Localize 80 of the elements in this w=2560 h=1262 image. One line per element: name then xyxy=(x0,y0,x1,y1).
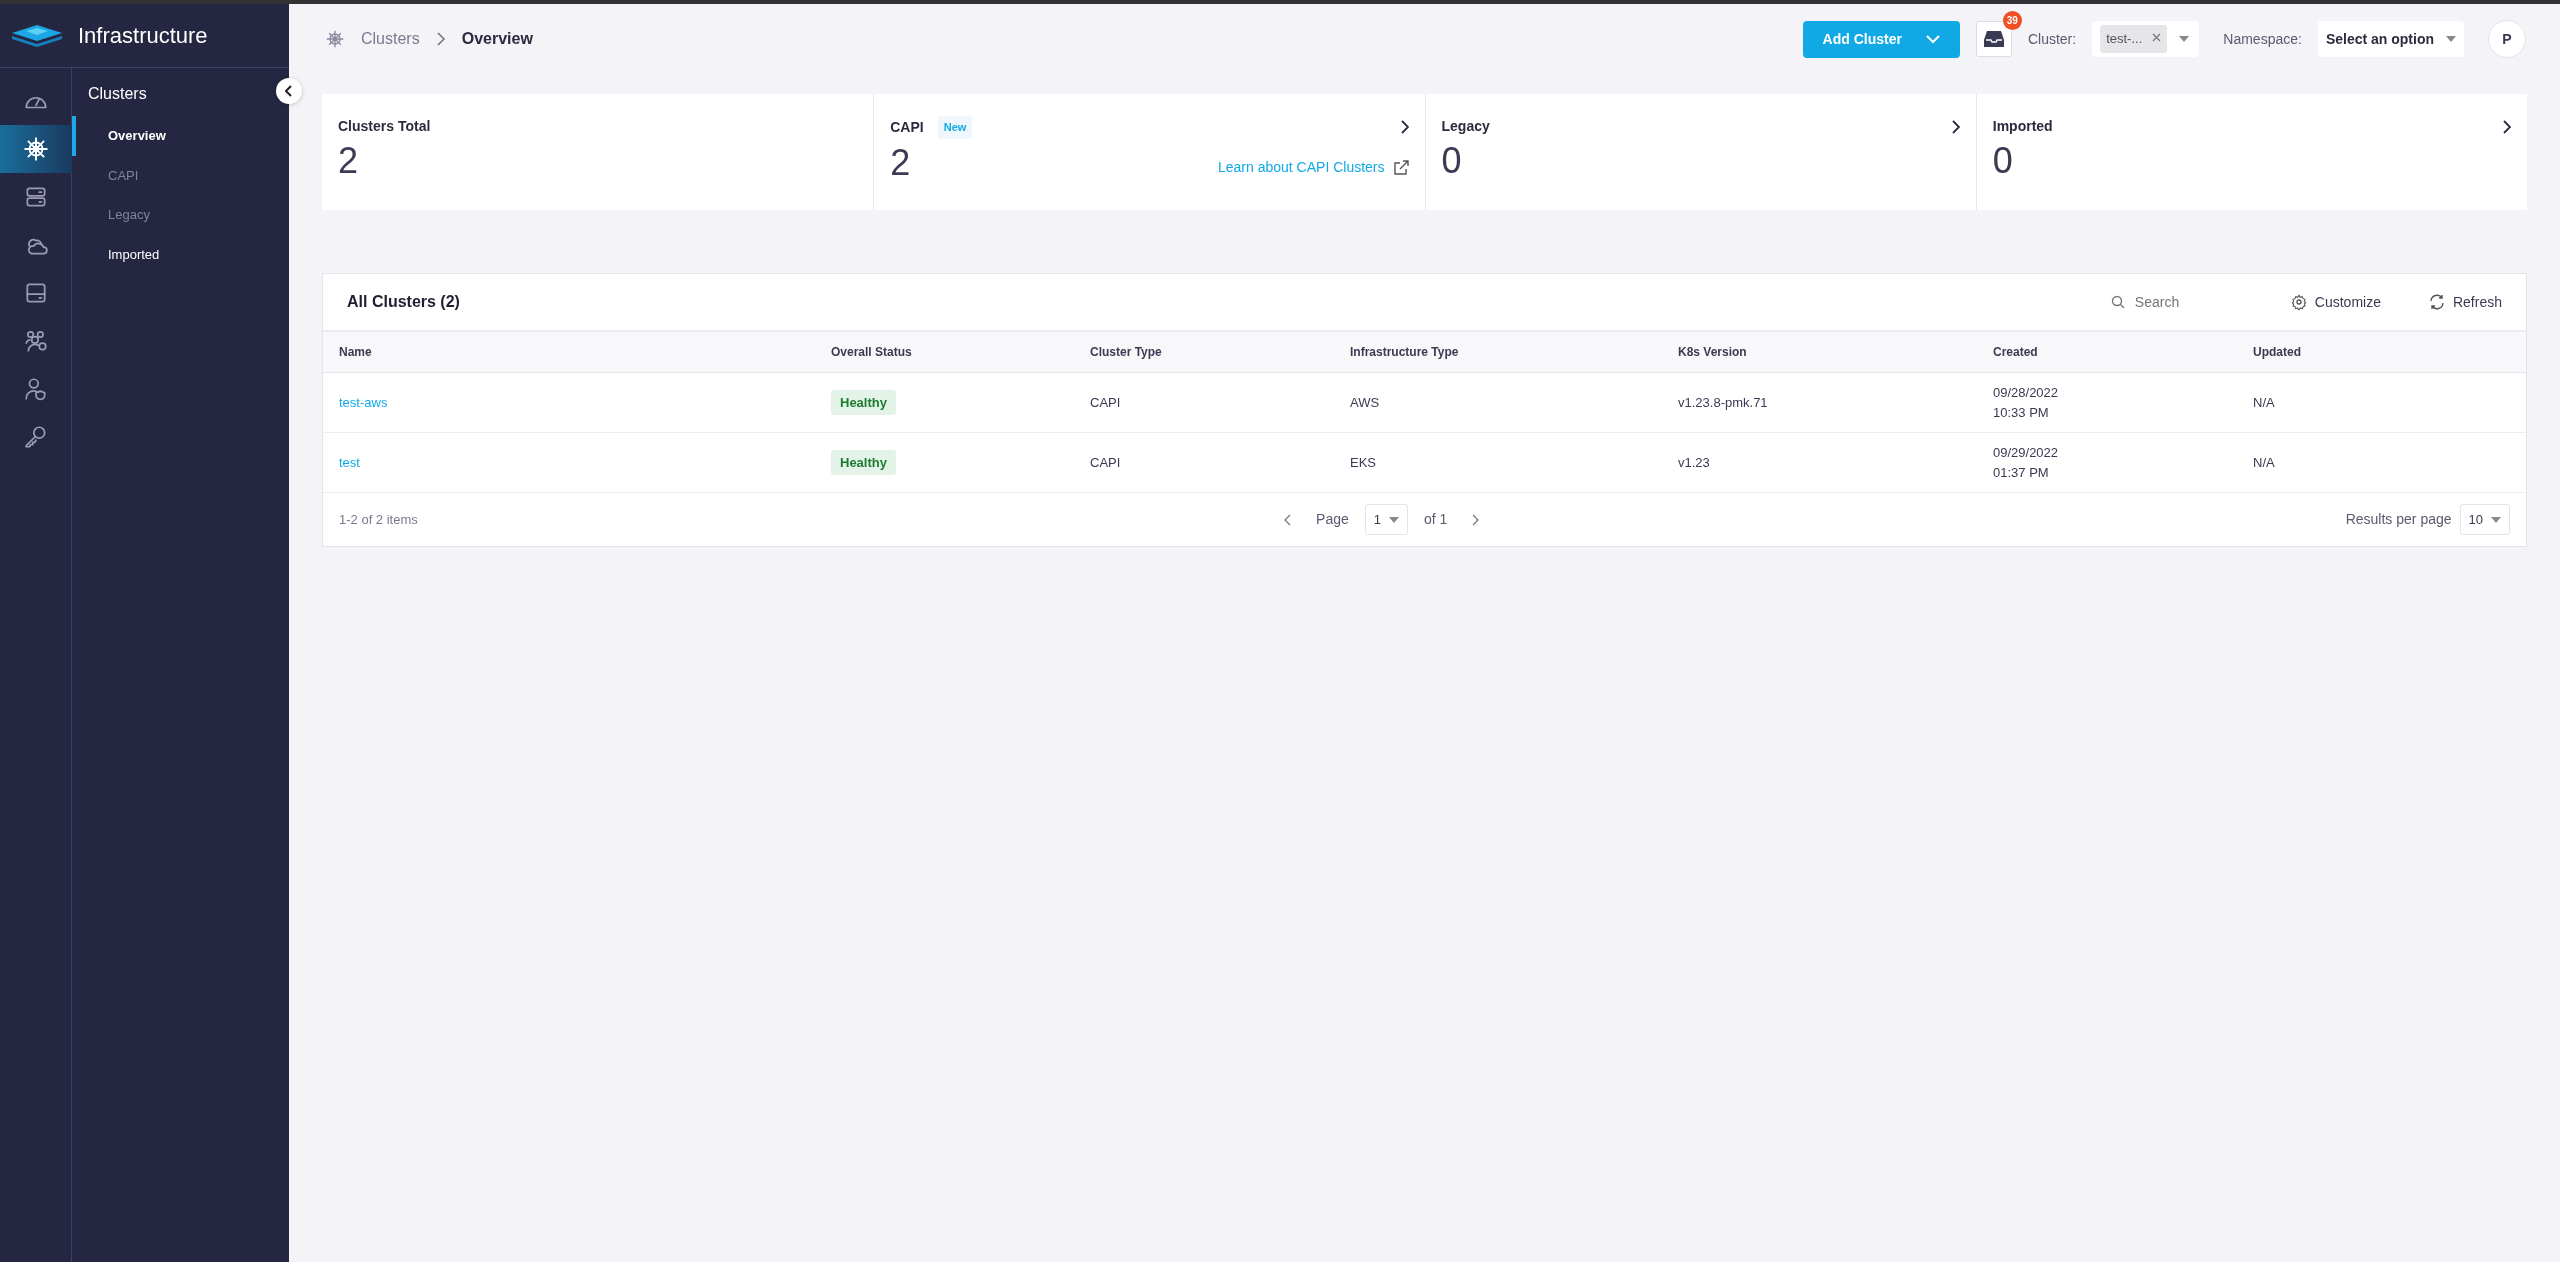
cluster-label: Cluster: xyxy=(2027,29,2077,49)
select-value: 10 xyxy=(2468,510,2483,529)
card-title: Legacy xyxy=(1441,117,1490,136)
chevron-down-icon xyxy=(1925,34,1940,44)
helm-wheel-icon xyxy=(325,29,345,49)
column-header: Infrastructure Type xyxy=(1334,331,1662,373)
column-header: Updated xyxy=(2237,331,2526,373)
table-cell: v1.23 xyxy=(1662,432,1977,493)
search-field[interactable]: Search xyxy=(2132,290,2243,314)
chevron-right-icon xyxy=(1471,513,1480,526)
search-icon xyxy=(2110,295,2125,309)
select-value: Select an option xyxy=(2325,29,2434,49)
refresh-icon xyxy=(2428,294,2445,310)
refresh-button[interactable]: Refresh xyxy=(2428,291,2502,313)
external-link-icon xyxy=(1392,159,1409,176)
user-avatar[interactable]: P xyxy=(2488,20,2526,58)
inbox-tray-icon xyxy=(1982,30,2005,48)
stat-value: 0 xyxy=(1992,141,2013,181)
table-cell: v1.23.8-pmk.71 xyxy=(1662,372,1977,433)
caret-down-icon xyxy=(1389,516,1399,523)
stat-value: 2 xyxy=(890,142,911,183)
column-header: Cluster Type xyxy=(1074,331,1334,373)
sidebar-item[interactable]: Imported xyxy=(72,234,289,274)
table-cell: AWS xyxy=(1334,372,1662,433)
table-title: All Clusters (2) xyxy=(347,292,460,312)
namespace-select[interactable]: Select an option xyxy=(2317,21,2464,57)
user-shield-icon xyxy=(23,376,49,402)
namespace-label: Namespace: xyxy=(2223,29,2302,49)
page-total: of 1 xyxy=(1424,510,1448,529)
chevron-left-icon xyxy=(285,85,293,97)
status-badge: Healthy xyxy=(831,449,896,475)
chevron-right-icon[interactable] xyxy=(1399,120,1409,135)
app-title: Infrastructure xyxy=(78,22,208,50)
card-title: Clusters Total xyxy=(338,117,431,136)
status-badge: Healthy xyxy=(831,389,896,415)
caret-down-icon xyxy=(2179,36,2190,42)
select-value: 1 xyxy=(1373,510,1381,529)
results-per-page-label: Results per page xyxy=(2345,510,2452,529)
new-badge: New xyxy=(937,116,973,139)
breadcrumb-link[interactable]: Clusters xyxy=(361,27,420,51)
table-cell: CAPI xyxy=(1074,432,1334,493)
sidebar-item[interactable]: Overview xyxy=(72,116,289,156)
table-cell: CAPI xyxy=(1074,372,1334,433)
chip-label: test-... xyxy=(2106,30,2143,49)
table-cell: N/A xyxy=(2237,372,2526,433)
table-cell: N/A xyxy=(2237,432,2526,493)
caret-down-icon xyxy=(2446,36,2456,42)
chevron-right-icon[interactable] xyxy=(2502,119,2511,134)
stat-value: 0 xyxy=(1441,141,1462,181)
stacked-layers-logo-icon xyxy=(12,24,62,47)
cluster-select[interactable]: test-... xyxy=(2092,21,2200,57)
notification-count-badge: 39 xyxy=(2002,11,2022,30)
drive-icon xyxy=(23,280,49,306)
chevron-right-icon[interactable] xyxy=(1950,119,1960,134)
breadcrumb-current: Overview xyxy=(461,29,533,49)
chevron-left-icon xyxy=(1284,513,1293,526)
customize-button[interactable]: Customize xyxy=(2290,291,2381,313)
per-page-select[interactable]: 10 xyxy=(2459,503,2510,536)
page-select[interactable]: 1 xyxy=(1364,503,1408,536)
section-title: Clusters xyxy=(87,84,148,104)
table-cell: 09/29/2022 01:37 PM xyxy=(1977,432,2237,493)
column-header: Created xyxy=(1977,331,2237,373)
stat-value: 2 xyxy=(338,141,359,181)
gear-icon xyxy=(2290,294,2307,310)
column-header: Name xyxy=(323,331,815,373)
column-header: K8s Version xyxy=(1662,331,1977,373)
collapse-sidebar-button[interactable] xyxy=(276,78,302,104)
caret-down-icon xyxy=(2491,516,2501,523)
table-cell: EKS xyxy=(1334,432,1662,493)
column-header: Overall Status xyxy=(815,331,1074,373)
card-title: CAPI xyxy=(890,117,924,137)
server-icon xyxy=(23,184,49,210)
helm-wheel-icon xyxy=(23,136,49,162)
chevron-right-icon xyxy=(435,32,446,46)
users-gear-icon xyxy=(23,328,49,354)
nav-rail-button[interactable] xyxy=(0,125,72,173)
card-title: Imported xyxy=(1992,117,2053,136)
item-count: 1-2 of 2 items xyxy=(339,510,418,529)
table-cell: 09/28/2022 10:33 PM xyxy=(1977,372,2237,433)
page-label: Page xyxy=(1316,510,1349,529)
